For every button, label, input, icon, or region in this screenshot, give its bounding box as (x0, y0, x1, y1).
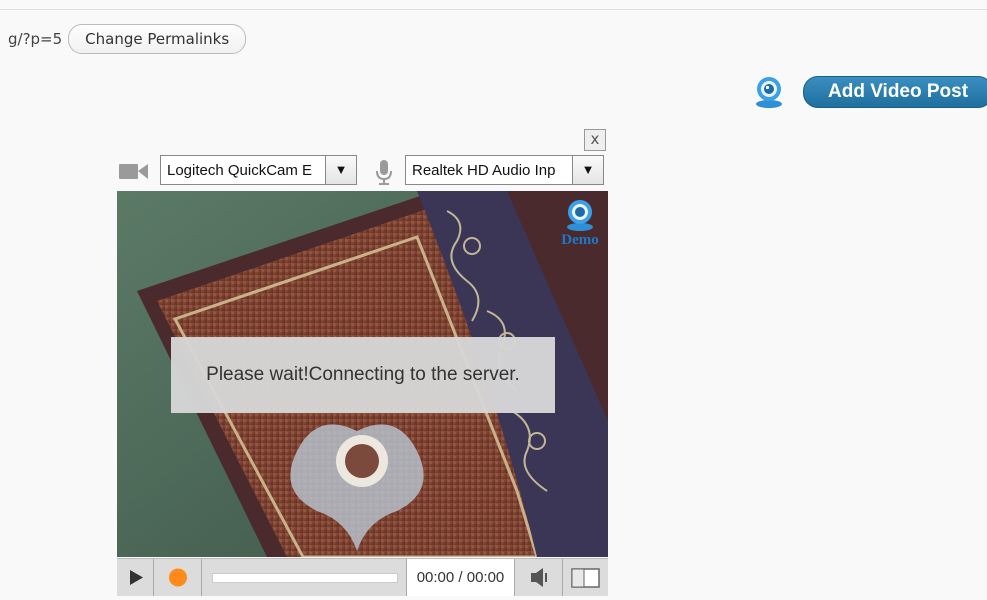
add-video-post-button[interactable]: Add Video Post (803, 76, 987, 108)
speaker-icon (531, 568, 547, 587)
video-camera-icon (119, 164, 148, 179)
progress-track[interactable] (212, 573, 398, 583)
webcam-icon (756, 77, 782, 108)
webcam-icon (567, 200, 593, 231)
fullscreen-button[interactable] (563, 559, 608, 596)
close-recorder-button[interactable]: x (584, 129, 606, 151)
camera-select[interactable]: Logitech QuickCam E ▼ (160, 155, 357, 185)
player-controls: 00:00 / 00:00 (117, 558, 608, 596)
device-bar: Logitech QuickCam E ▼ Realtek HD Audio I… (117, 154, 608, 190)
microphone-icon (376, 160, 392, 185)
record-button[interactable] (154, 559, 202, 596)
permalink-row: g/?p=5 Change Permalinks (8, 24, 247, 54)
chevron-down-icon[interactable]: ▼ (572, 156, 603, 184)
time-display: 00:00 / 00:00 (407, 559, 515, 596)
permalink-url: g/?p=5 (8, 30, 63, 48)
video-recorder: Logitech QuickCam E ▼ Realtek HD Audio I… (117, 154, 608, 596)
demo-badge: Demo (556, 198, 604, 249)
record-icon (169, 568, 187, 587)
demo-label: Demo (561, 232, 599, 248)
top-divider (0, 9, 987, 10)
audio-select[interactable]: Realtek HD Audio Inp ▼ (405, 155, 604, 185)
add-video-area: Add Video Post (752, 76, 987, 108)
play-icon (130, 570, 143, 585)
change-permalinks-button[interactable]: Change Permalinks (68, 24, 247, 54)
fullscreen-icon (571, 568, 600, 588)
progress-bar[interactable] (202, 559, 407, 596)
play-button[interactable] (117, 559, 154, 596)
camera-select-value: Logitech QuickCam E (167, 162, 313, 179)
audio-select-value: Realtek HD Audio Inp (412, 162, 556, 179)
video-preview: Demo Please wait!Connecting to the serve… (117, 191, 608, 557)
volume-button[interactable] (515, 559, 563, 596)
connecting-message: Please wait!Connecting to the server. (171, 337, 555, 413)
chevron-down-icon[interactable]: ▼ (325, 156, 356, 184)
